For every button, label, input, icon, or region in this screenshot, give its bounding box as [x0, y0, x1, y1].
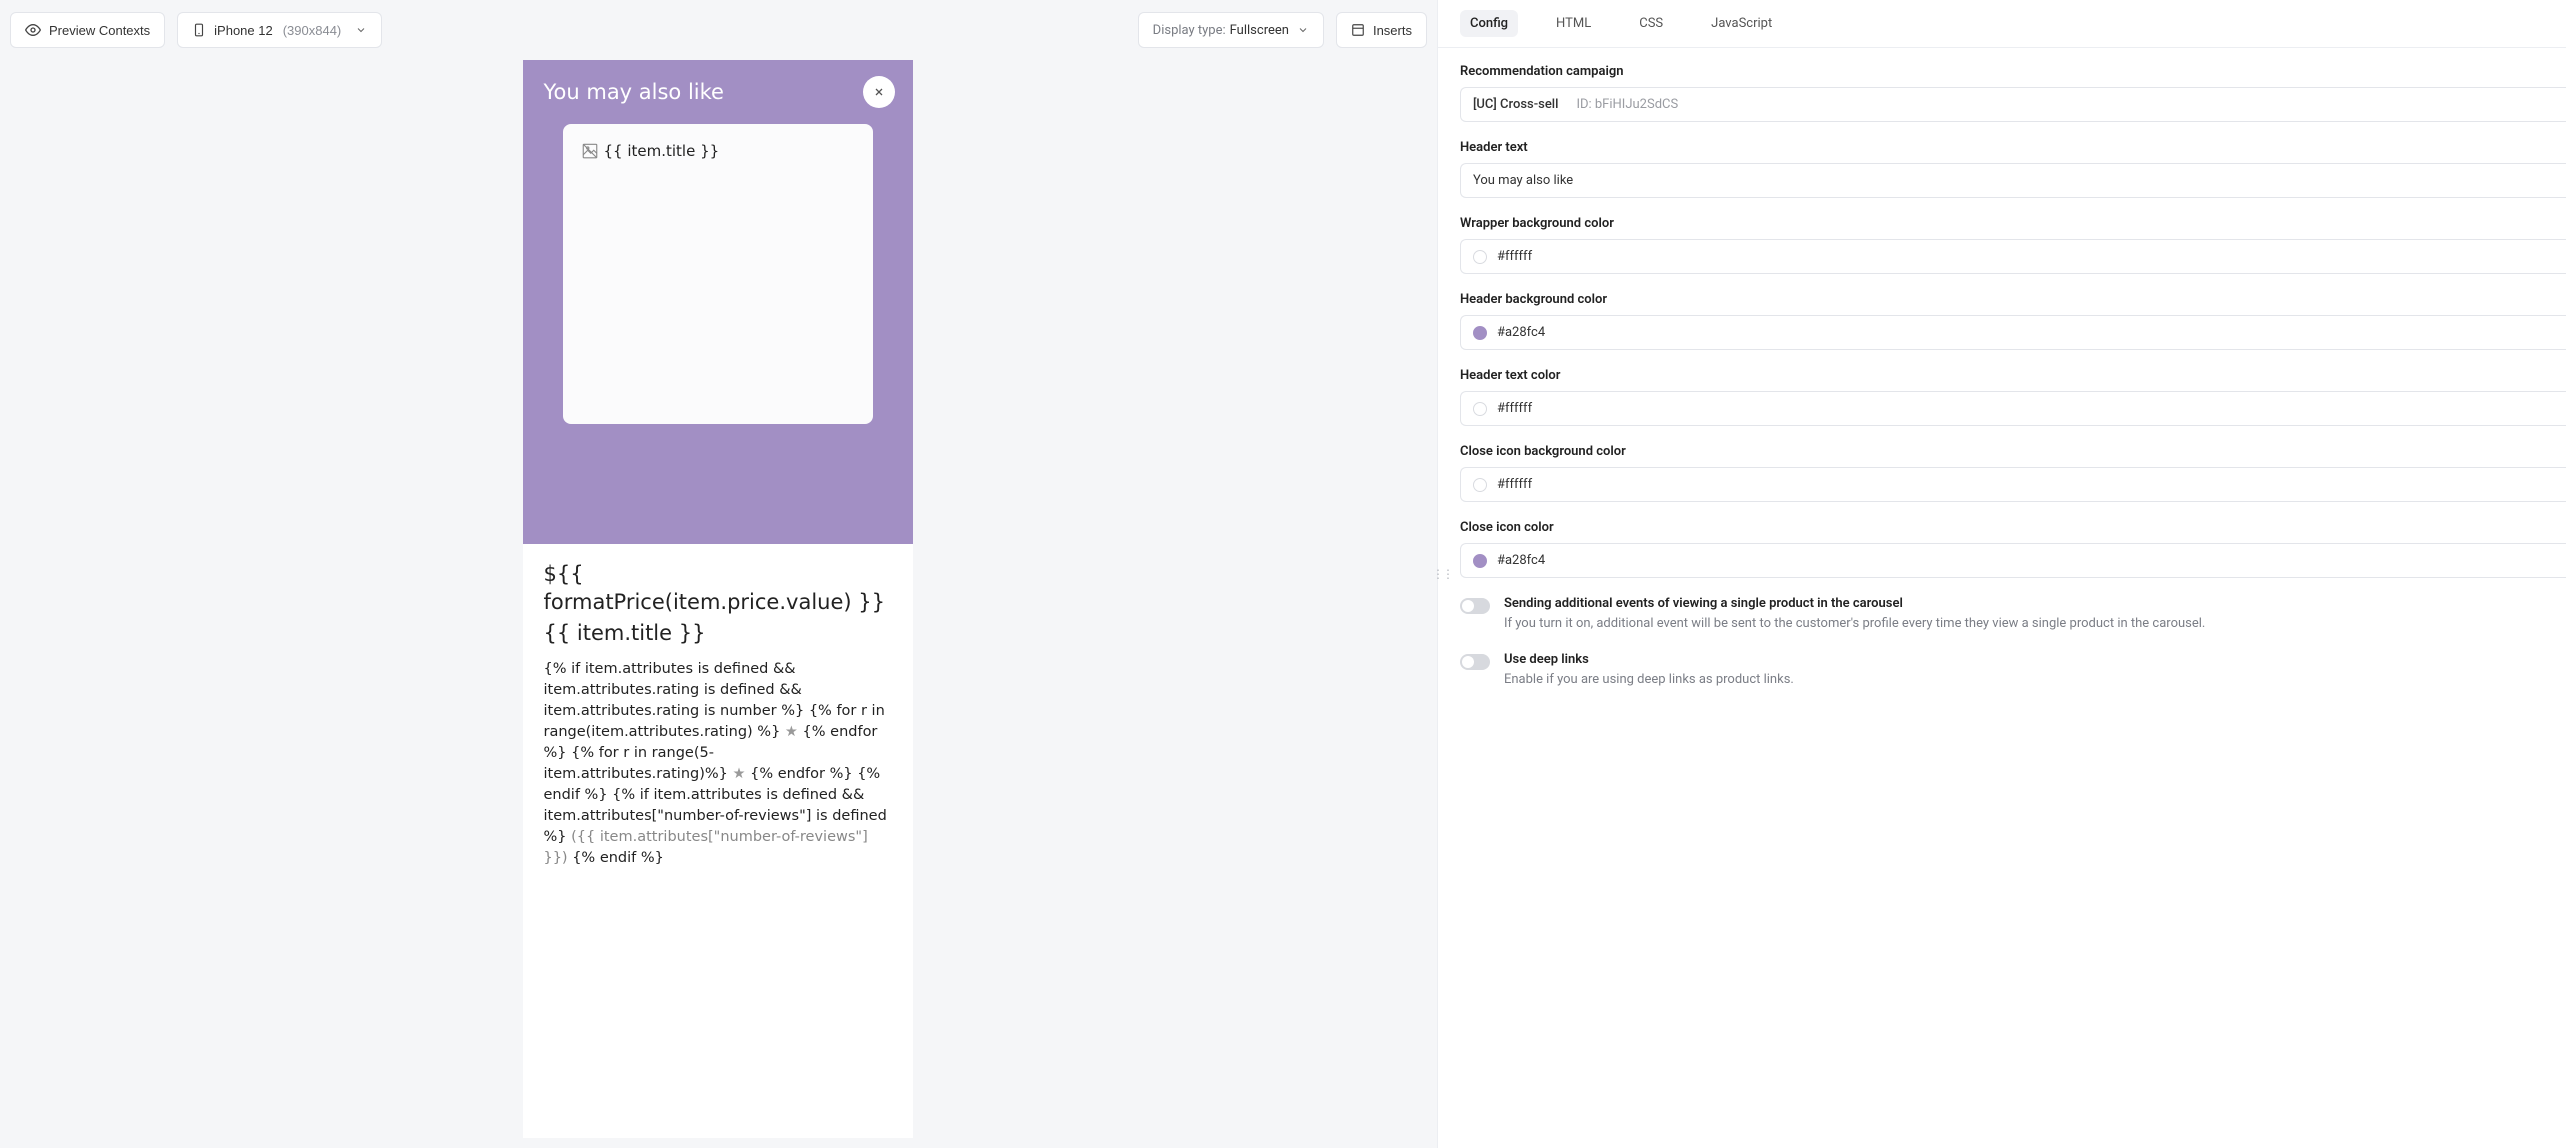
toggle-title: Use deep links	[1504, 652, 1794, 667]
toggle-desc: If you turn it on, additional event will…	[1504, 615, 2205, 634]
field-header-text: Header text You may also like	[1460, 140, 2566, 198]
field-label: Close icon background color	[1460, 444, 2566, 459]
preview-toolbar: Preview Contexts iPhone 12 (390x844) Dis…	[0, 0, 1437, 60]
preview-area: You may also like {{ item.title }} ${{ f…	[0, 60, 1437, 1148]
config-form: Recommendation campaign [UC] Cross-sell …	[1438, 48, 2566, 1148]
phone-icon	[192, 22, 206, 38]
toggle-desc: Enable if you are using deep links as pr…	[1504, 671, 1794, 690]
header-text-input[interactable]: You may also like	[1460, 163, 2566, 198]
code-tabs: Config HTML CSS JavaScript	[1438, 0, 2566, 48]
rec-campaign-value: [UC] Cross-sell	[1473, 97, 1558, 112]
inserts-icon	[1351, 23, 1365, 37]
rec-campaign-select[interactable]: [UC] Cross-sell ID: bFiHIJu2SdCS	[1460, 87, 2566, 122]
image-alt-text: {{ item.title }}	[603, 142, 719, 160]
field-label: Header text color	[1460, 368, 2566, 383]
close-bg-value: #ffffff	[1497, 477, 1532, 492]
rec-body: ${{ formatPrice(item.price.value) }} {{ …	[523, 544, 913, 887]
field-label: Wrapper background color	[1460, 216, 2566, 231]
preview-contexts-label: Preview Contexts	[49, 23, 150, 38]
config-pane: ⋮⋮ Config HTML CSS JavaScript Recommenda…	[1437, 0, 2566, 1148]
close-color-value: #a28fc4	[1497, 553, 1545, 568]
chevron-down-icon	[1297, 24, 1309, 36]
header-bg-input[interactable]: #a28fc4	[1460, 315, 2566, 350]
device-frame: You may also like {{ item.title }} ${{ f…	[523, 60, 913, 1138]
rec-price-expr: ${{ formatPrice(item.price.value) }}	[543, 560, 893, 617]
field-recommendation-campaign: Recommendation campaign [UC] Cross-sell …	[1460, 64, 2566, 122]
device-dims: (390x844)	[283, 23, 342, 38]
rec-header: You may also like {{ item.title }}	[523, 60, 913, 544]
toggle-additional-events: Sending additional events of viewing a s…	[1460, 596, 2566, 634]
rec-image-card: {{ item.title }}	[563, 124, 873, 424]
preview-pane: Preview Contexts iPhone 12 (390x844) Dis…	[0, 0, 1437, 1148]
display-type-value: Fullscreen	[1230, 23, 1289, 38]
display-type-select[interactable]: Display type: Fullscreen	[1138, 12, 1324, 48]
toggle-deep-links: Use deep links Enable if you are using d…	[1460, 652, 2566, 690]
toggle-title: Sending additional events of viewing a s…	[1504, 596, 2205, 611]
tab-css[interactable]: CSS	[1629, 10, 1673, 37]
color-swatch	[1473, 478, 1487, 492]
chevron-down-icon	[355, 24, 367, 36]
rec-title-expr: {{ item.title }}	[543, 621, 893, 645]
display-type-label: Display type:	[1153, 23, 1226, 38]
device-select-button[interactable]: iPhone 12 (390x844)	[177, 12, 382, 48]
field-wrapper-bg: Wrapper background color #ffffff	[1460, 216, 2566, 274]
toggle-switch[interactable]	[1460, 598, 1490, 614]
header-bg-value: #a28fc4	[1497, 325, 1545, 340]
rec-header-title: You may also like	[543, 80, 893, 104]
broken-image-icon	[581, 142, 599, 160]
tab-config[interactable]: Config	[1460, 10, 1518, 37]
toggle-text: Use deep links Enable if you are using d…	[1504, 652, 1794, 690]
resize-handle[interactable]: ⋮⋮	[1432, 567, 1452, 581]
broken-image-placeholder: {{ item.title }}	[581, 142, 719, 160]
color-swatch	[1473, 554, 1487, 568]
inserts-label: Inserts	[1373, 23, 1412, 38]
tab-html[interactable]: HTML	[1546, 10, 1601, 37]
close-bg-input[interactable]: #ffffff	[1460, 467, 2566, 502]
star-icon: ★	[733, 766, 746, 782]
tab-javascript[interactable]: JavaScript	[1701, 10, 1782, 37]
color-swatch	[1473, 326, 1487, 340]
field-close-color: Close icon color #a28fc4	[1460, 520, 2566, 578]
close-icon	[873, 86, 885, 98]
field-header-text-color: Header text color #ffffff	[1460, 368, 2566, 426]
inserts-button[interactable]: Inserts	[1336, 12, 1427, 48]
toggle-switch[interactable]	[1460, 654, 1490, 670]
wrapper-bg-value: #ffffff	[1497, 249, 1532, 264]
header-text-color-value: #ffffff	[1497, 401, 1532, 416]
device-name: iPhone 12	[214, 23, 273, 38]
toggle-text: Sending additional events of viewing a s…	[1504, 596, 2205, 634]
close-color-input[interactable]: #a28fc4	[1460, 543, 2566, 578]
eye-icon	[25, 22, 41, 38]
field-header-bg: Header background color #a28fc4	[1460, 292, 2566, 350]
preview-contexts-button[interactable]: Preview Contexts	[10, 12, 165, 48]
header-text-color-input[interactable]: #ffffff	[1460, 391, 2566, 426]
field-label: Header background color	[1460, 292, 2566, 307]
header-text-value: You may also like	[1473, 173, 1573, 188]
color-swatch	[1473, 402, 1487, 416]
color-swatch	[1473, 250, 1487, 264]
rec-template-code: {% if item.attributes is defined && item…	[543, 659, 893, 869]
app-root: Preview Contexts iPhone 12 (390x844) Dis…	[0, 0, 2566, 1148]
field-label: Close icon color	[1460, 520, 2566, 535]
wrapper-bg-input[interactable]: #ffffff	[1460, 239, 2566, 274]
field-label: Recommendation campaign	[1460, 64, 2566, 79]
star-icon: ★	[785, 724, 798, 740]
field-close-bg: Close icon background color #ffffff	[1460, 444, 2566, 502]
field-label: Header text	[1460, 140, 2566, 155]
tpl-part: {% endif %}	[572, 850, 664, 866]
rec-campaign-id: ID: bFiHIJu2SdCS	[1576, 97, 1678, 112]
